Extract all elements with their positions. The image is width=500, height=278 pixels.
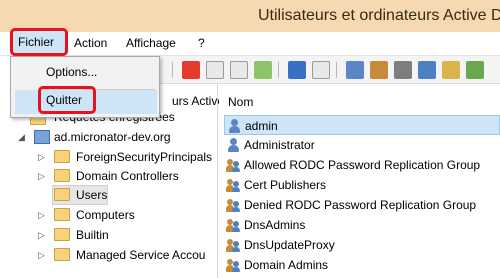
title-bar: Utilisateurs et ordinateurs Active Di bbox=[0, 0, 500, 32]
group-icon bbox=[226, 178, 240, 192]
folder-icon bbox=[54, 188, 70, 201]
properties-icon[interactable] bbox=[206, 61, 224, 79]
tree-item-label: Domain Controllers bbox=[76, 169, 179, 183]
user-icon bbox=[226, 138, 240, 152]
list-item[interactable]: Domain Admins bbox=[224, 255, 500, 275]
tree-item-label: ForeignSecurityPrincipals bbox=[76, 150, 213, 164]
tree-item-label: ad.micronator-dev.org bbox=[54, 130, 171, 144]
toolbar-separator bbox=[336, 62, 337, 78]
menu-help[interactable]: ? bbox=[198, 36, 205, 50]
tree-item-computers[interactable]: ▷ Computers bbox=[38, 206, 218, 226]
window-title: Utilisateurs et ordinateurs Active Di bbox=[258, 7, 500, 24]
folder-icon bbox=[54, 248, 70, 261]
group-icon bbox=[226, 218, 240, 232]
group-icon bbox=[226, 158, 240, 172]
tree-item-users[interactable]: Users bbox=[38, 186, 218, 206]
group-icon bbox=[226, 198, 240, 212]
list-item-label: DnsAdmins bbox=[244, 218, 306, 232]
chevron-right-icon[interactable]: ▷ bbox=[38, 171, 45, 182]
tree-item-managed-service-accounts[interactable]: ▷ Managed Service Accou bbox=[38, 246, 218, 266]
new-group-icon[interactable] bbox=[370, 61, 388, 79]
menu-bar: Action Affichage ? bbox=[0, 32, 500, 56]
tree-item-builtin[interactable]: ▷ Builtin bbox=[38, 226, 218, 246]
list-item-label: Denied RODC Password Replication Group bbox=[244, 198, 477, 212]
tree-item-domain-controllers[interactable]: ▷ Domain Controllers bbox=[38, 167, 218, 187]
menu-item-options[interactable]: Options... bbox=[46, 65, 97, 79]
domain-icon bbox=[34, 130, 50, 144]
list-item-label: Domain Admins bbox=[244, 258, 329, 272]
add-to-group-icon[interactable] bbox=[466, 61, 484, 79]
tree-item-label: Users bbox=[76, 188, 108, 202]
list-item[interactable]: Allowed RODC Password Replication Group bbox=[224, 155, 500, 175]
user-icon bbox=[227, 119, 241, 133]
export-icon[interactable] bbox=[254, 61, 272, 79]
column-header-name[interactable]: Nom bbox=[219, 92, 500, 112]
menu-item-quitter[interactable]: Quitter bbox=[38, 86, 96, 114]
tree-item-label: Builtin bbox=[76, 228, 109, 242]
menu-item-quitter-label: Quitter bbox=[46, 93, 83, 107]
list-item[interactable]: Denied RODC Password Replication Group bbox=[224, 195, 500, 215]
list-item[interactable]: DnsUpdateProxy bbox=[224, 235, 500, 255]
menu-affichage[interactable]: Affichage bbox=[126, 36, 176, 50]
menu-action[interactable]: Action bbox=[74, 36, 107, 50]
group-icon bbox=[226, 258, 240, 272]
folder-icon bbox=[54, 228, 70, 241]
help-icon[interactable] bbox=[288, 61, 306, 79]
list-item[interactable]: Cert Publishers bbox=[224, 175, 500, 195]
toolbar bbox=[160, 56, 500, 84]
tree-item-label: Managed Service Accou bbox=[76, 248, 206, 262]
folder-icon bbox=[54, 150, 70, 163]
console-icon[interactable] bbox=[312, 61, 330, 79]
column-header-label: Nom bbox=[228, 95, 254, 109]
list-item[interactable]: Administrator bbox=[224, 135, 500, 155]
find-icon[interactable] bbox=[442, 61, 460, 79]
list-item-label: DnsUpdateProxy bbox=[244, 238, 335, 252]
toolbar-separator bbox=[172, 62, 173, 78]
chevron-right-icon[interactable]: ▷ bbox=[38, 250, 45, 261]
new-ou-icon[interactable] bbox=[394, 61, 412, 79]
list-item-label: admin bbox=[245, 119, 278, 133]
chevron-right-icon[interactable]: ▷ bbox=[38, 230, 45, 241]
toolbar-separator bbox=[278, 62, 279, 78]
delete-icon[interactable] bbox=[182, 61, 200, 79]
new-user-icon[interactable] bbox=[346, 61, 364, 79]
list-item[interactable]: admin bbox=[224, 115, 500, 135]
filter-icon[interactable] bbox=[418, 61, 436, 79]
list-item-label: Allowed RODC Password Replication Group bbox=[244, 158, 481, 172]
folder-icon bbox=[54, 208, 70, 221]
menu-fichier[interactable]: Fichier bbox=[10, 28, 68, 56]
list-item-label: Cert Publishers bbox=[244, 178, 327, 192]
chevron-right-icon[interactable]: ▷ bbox=[38, 152, 45, 163]
tree-item-domain[interactable]: ◢ ad.micronator-dev.org bbox=[18, 128, 218, 148]
tree-item-label: Computers bbox=[76, 208, 135, 222]
list-item[interactable]: DnsAdmins bbox=[224, 215, 500, 235]
expand-arrow-icon[interactable]: ◢ bbox=[18, 132, 25, 143]
tree-root-label: urs Active bbox=[172, 94, 225, 108]
folder-icon bbox=[54, 169, 70, 182]
group-icon bbox=[226, 238, 240, 252]
menu-fichier-label: Fichier bbox=[18, 35, 55, 49]
tree-item-foreign-security-principals[interactable]: ▷ ForeignSecurityPrincipals bbox=[38, 148, 218, 168]
list-item-label: Administrator bbox=[244, 138, 315, 152]
chevron-right-icon[interactable]: ▷ bbox=[38, 210, 45, 221]
copy-icon[interactable] bbox=[230, 61, 248, 79]
